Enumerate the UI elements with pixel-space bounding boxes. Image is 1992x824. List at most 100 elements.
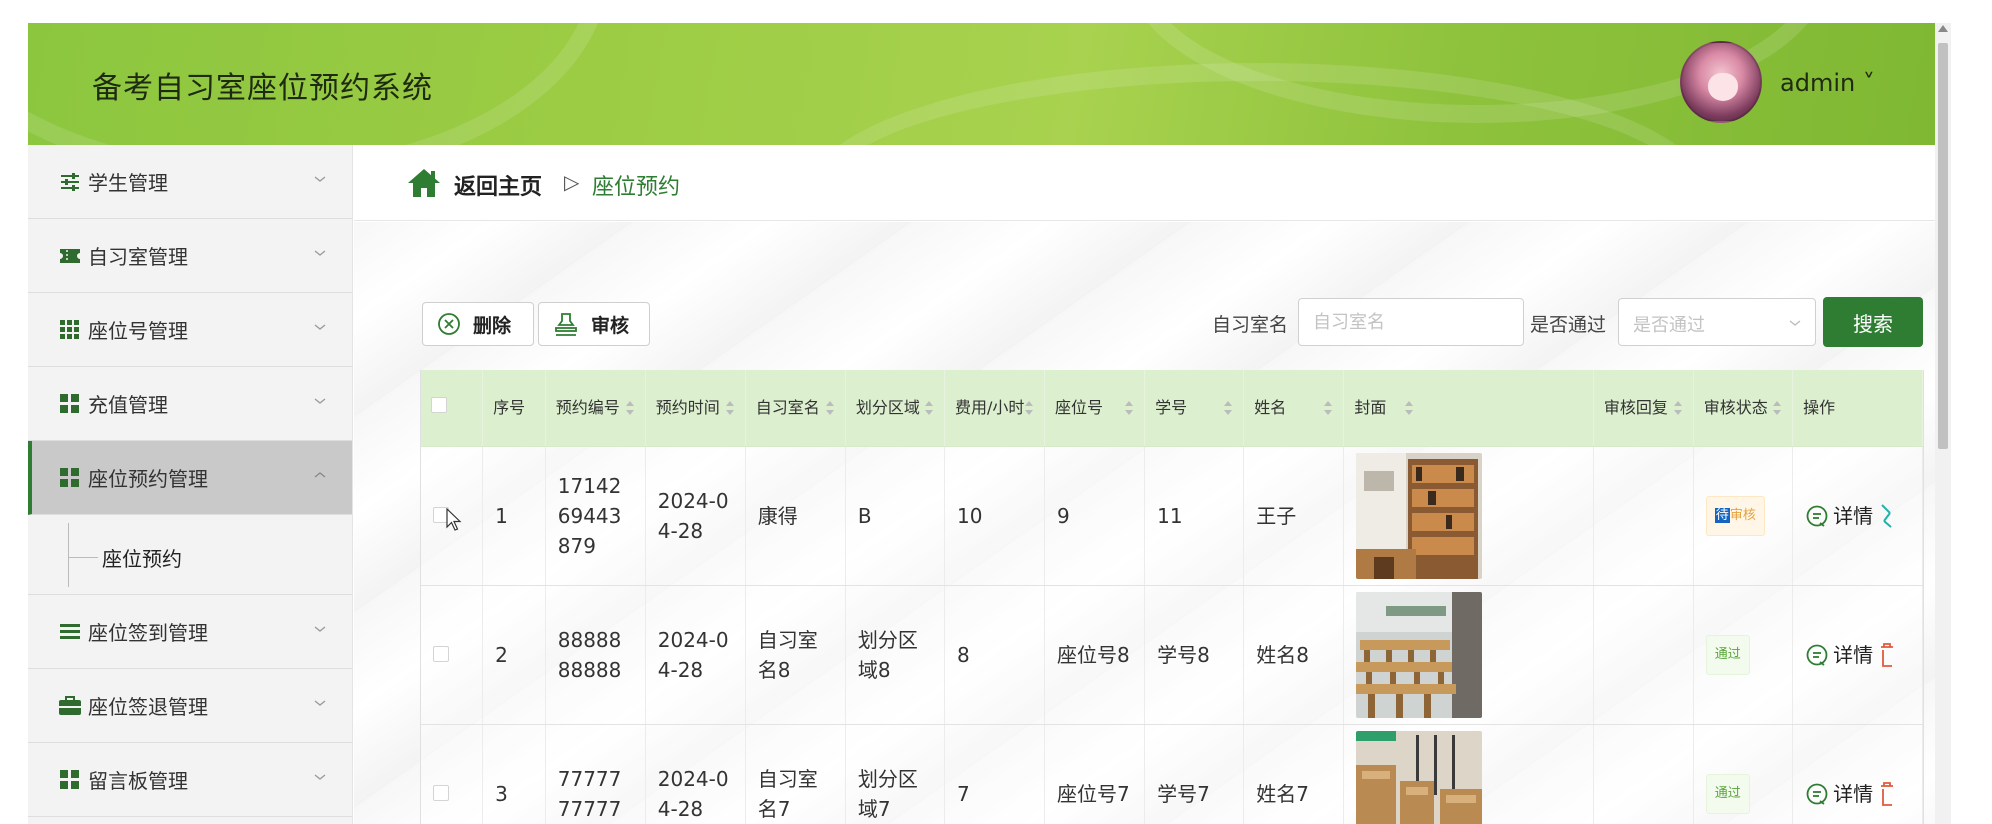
detail-button[interactable]: 详情 — [1805, 501, 1873, 531]
detail-icon — [1806, 644, 1828, 666]
stamp-icon — [553, 311, 579, 337]
sidebar-item-rooms[interactable]: 自习室管理 — [28, 219, 352, 293]
cell-index: 1 — [482, 446, 546, 586]
edit-icon[interactable] — [1879, 503, 1893, 529]
sort-icon[interactable] — [1404, 400, 1414, 416]
home-icon[interactable] — [406, 167, 442, 199]
row-checkbox[interactable] — [421, 724, 484, 824]
delete-icon[interactable] — [1879, 781, 1895, 807]
avatar[interactable] — [1680, 41, 1762, 123]
audit-button[interactable]: 审核 — [538, 302, 650, 346]
breadcrumb: 返回主页 ▷ 座位预约 — [354, 145, 1935, 221]
chevron-down-icon — [314, 774, 326, 780]
cover-image[interactable] — [1356, 591, 1483, 718]
column-header-label: 预约时间 — [655, 397, 720, 417]
sidebar-item-label: 座位号管理 — [88, 319, 188, 343]
detail-label: 详情 — [1833, 781, 1874, 806]
column-header[interactable]: 学号 — [1144, 370, 1245, 447]
cell-index: 3 — [482, 724, 546, 824]
sort-icon[interactable] — [1673, 400, 1683, 416]
sort-icon[interactable] — [625, 400, 635, 416]
sidebar-item-label: 座位签到管理 — [88, 621, 208, 645]
sidebar-item-label: 留言板管理 — [88, 769, 188, 793]
cell-order-no: 1714269443879 — [545, 446, 646, 586]
search-button[interactable]: 搜索 — [1823, 297, 1923, 347]
audit-button-label: 审核 — [591, 314, 630, 337]
cell-fee: 10 — [944, 446, 1046, 586]
sort-icon[interactable] — [1323, 400, 1333, 416]
sidebar-item-checkin[interactable]: 座位签到管理 — [28, 595, 352, 669]
column-header[interactable]: 审核回复 — [1593, 370, 1694, 447]
sidebar-subitem-reservation[interactable]: 座位预约 — [28, 515, 352, 595]
sort-icon[interactable] — [1223, 400, 1233, 416]
cover-image[interactable] — [1356, 730, 1483, 824]
select-all-checkbox[interactable] — [421, 370, 484, 447]
breadcrumb-separator: ▷ — [564, 170, 580, 194]
sidebar-item-reservations[interactable]: 座位预约管理 — [28, 441, 352, 515]
sidebar-item-checkout[interactable]: 座位签退管理 — [28, 669, 352, 743]
cover-image[interactable] — [1356, 452, 1483, 579]
tree-line — [68, 523, 69, 587]
user-menu[interactable]: admin ˅ — [1780, 69, 1875, 97]
column-header[interactable]: 划分区域 — [845, 370, 945, 447]
sliders-icon — [58, 172, 82, 192]
vertical-scrollbar[interactable] — [1935, 23, 1951, 824]
detail-button[interactable]: 详情 — [1805, 779, 1873, 809]
apps-icon — [58, 769, 82, 790]
table-row: 1 1714269443879 2024-04-28 康得 B 10 9 11 … — [421, 446, 1923, 586]
cell-time: 2024-04-28 — [645, 724, 746, 824]
sidebar-item-seats[interactable]: 座位号管理 — [28, 293, 352, 367]
column-header-label: 审核状态 — [1703, 397, 1768, 417]
sidebar-item-label: 座位签退管理 — [88, 695, 208, 719]
column-header-label: 封面 — [1354, 397, 1387, 417]
delete-icon[interactable] — [1879, 642, 1895, 668]
column-header[interactable]: 姓名 — [1243, 370, 1345, 447]
column-header: 序号 — [482, 370, 546, 447]
column-header[interactable]: 审核状态 — [1693, 370, 1794, 447]
top-header: 备考自习室座位预约系统 admin ˅ — [28, 23, 1935, 145]
cell-room: 自习室名7 — [745, 724, 846, 824]
status-badge-highlight: 待 — [1714, 507, 1730, 523]
cell-room: 自习室名8 — [745, 585, 846, 725]
column-header[interactable]: 座位号 — [1044, 370, 1146, 447]
close-circle-icon — [437, 312, 461, 336]
cell-status: 通过 — [1693, 585, 1794, 725]
apps-icon — [58, 467, 82, 488]
sidebar-item-label: 座位预约管理 — [88, 467, 208, 491]
cell-time: 2024-04-28 — [645, 446, 746, 586]
sort-icon[interactable] — [725, 400, 735, 416]
sort-icon[interactable] — [924, 400, 934, 416]
sort-icon[interactable] — [1124, 400, 1134, 416]
column-header[interactable]: 预约时间 — [645, 370, 746, 447]
column-header[interactable]: 封面 — [1343, 370, 1594, 447]
breadcrumb-home-link[interactable]: 返回主页 — [454, 169, 542, 201]
table-header-row: 序号 预约编号 预约时间 自习室名 划分区域 费用/小时 座位号 学号 姓名 封… — [421, 370, 1923, 447]
sort-icon[interactable] — [1772, 400, 1782, 416]
room-name-input[interactable] — [1298, 298, 1524, 346]
cell-fee: 8 — [944, 585, 1046, 725]
cell-name: 姓名8 — [1243, 585, 1345, 725]
sidebar-item-students[interactable]: 学生管理 — [28, 145, 352, 219]
delete-button[interactable]: 删除 — [422, 302, 534, 346]
row-checkbox[interactable] — [421, 585, 484, 725]
chevron-down-icon — [1789, 320, 1801, 326]
column-header-label: 学号 — [1155, 397, 1188, 417]
pass-status-select[interactable]: 是否通过 — [1618, 298, 1816, 346]
detail-icon — [1806, 783, 1828, 805]
scroll-up-icon[interactable] — [1938, 25, 1948, 32]
cell-area: B — [845, 446, 945, 586]
chevron-down-icon — [314, 176, 326, 182]
scrollbar-thumb[interactable] — [1938, 43, 1948, 449]
column-header[interactable]: 费用/小时 — [944, 370, 1046, 447]
sidebar-item-recharge[interactable]: 充值管理 — [28, 367, 352, 441]
sidebar-item-messages[interactable]: 留言板管理 — [28, 743, 352, 817]
column-header[interactable]: 自习室名 — [745, 370, 846, 447]
cell-area: 划分区域7 — [845, 724, 945, 824]
ticket-icon — [58, 246, 82, 266]
column-header-label: 预约编号 — [555, 397, 620, 417]
cell-status: 通过 — [1693, 724, 1794, 824]
detail-button[interactable]: 详情 — [1805, 640, 1873, 670]
column-header[interactable]: 预约编号 — [545, 370, 646, 447]
sort-icon[interactable] — [1024, 400, 1034, 416]
sort-icon[interactable] — [825, 400, 835, 416]
